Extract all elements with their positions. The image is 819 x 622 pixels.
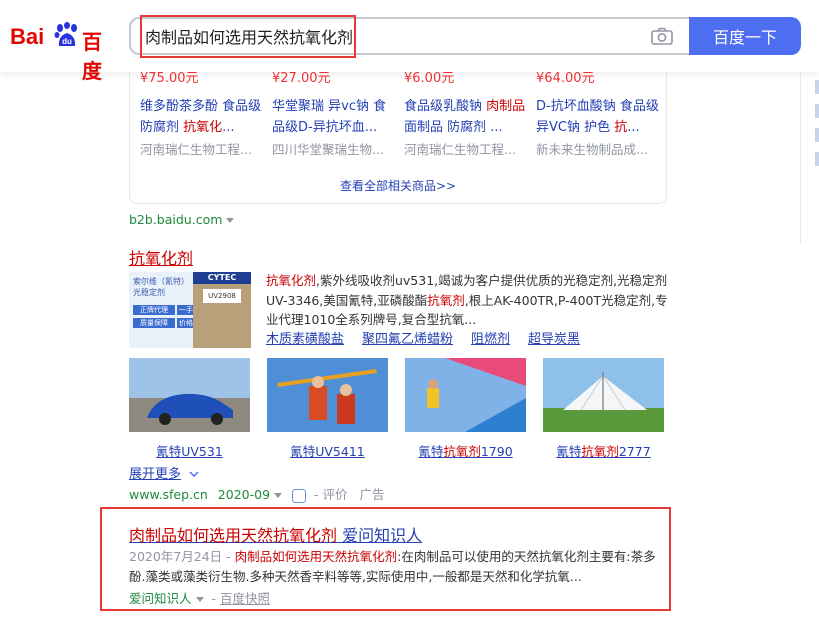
ad-image-box: CYTEC UV2908	[193, 272, 251, 348]
result-source-link[interactable]: 爱问知识人	[129, 591, 192, 606]
skiers-image	[267, 358, 388, 432]
paw-icon: du	[54, 22, 77, 46]
logo-text-baidu-cn: 百度	[82, 32, 102, 83]
product-card: ¥75.00元 维多酚茶多酚 食品级防腐剂 抗氧化... 河南瑞仁生物工程...…	[129, 60, 667, 204]
ad-pic-skiers[interactable]	[267, 358, 388, 432]
pic-caption[interactable]: 氰特UV5411	[267, 441, 388, 460]
product-title[interactable]: 华堂聚瑞 异vc钠 食品级D-异抗坏血...	[272, 96, 396, 138]
highlight-search-query	[140, 15, 356, 58]
product-shop: 河南瑞仁生物工程...	[404, 142, 516, 157]
b2b-source-link[interactable]: b2b.baidu.com	[129, 212, 222, 227]
ad-description: 抗氧化剂,紫外线吸收剂uv531,竭诚为客户提供优质的光稳定剂,光稳定剂UV-3…	[266, 273, 668, 327]
expand-more-link[interactable]: 展开更多	[129, 467, 181, 482]
product-item[interactable]: ¥75.00元 维多酚茶多酚 食品级防腐剂 抗氧化... 河南瑞仁生物工程...	[140, 68, 264, 160]
windsurf-image	[405, 358, 526, 432]
ad-title[interactable]: 抗氧化剂	[129, 245, 193, 269]
result-date: 2020年7月24日 -	[129, 549, 235, 564]
result-abstract: 2020年7月24日 - 肉制品如何选用天然抗氧化剂:在肉制品可以使用的天然抗氧…	[129, 549, 656, 584]
car-image	[129, 358, 250, 432]
baidu-logo[interactable]: Bai du 百度	[10, 22, 110, 83]
expand-more-row: 展开更多	[129, 463, 199, 482]
result-title[interactable]: 肉制品如何选用天然抗氧化剂 爱问知识人	[129, 522, 422, 546]
b2b-source-row: b2b.baidu.com	[129, 212, 235, 228]
pic-caption[interactable]: 氰特抗氧剂1790	[405, 441, 526, 460]
product-shop: 河南瑞仁生物工程...	[140, 142, 252, 157]
ad-image-tags-2: 一手货源 价格优惠	[155, 305, 209, 328]
ad-pic-car[interactable]	[129, 358, 250, 432]
logo-text-bai: Bai	[10, 24, 45, 49]
product-title[interactable]: 食品级乳酸钠 肉制品面制品 防腐剂 ...	[404, 96, 528, 138]
protection-icon[interactable]	[292, 488, 307, 503]
see-all-products-link[interactable]: 查看全部相关商品>>	[130, 177, 666, 194]
paw-du-text: du	[62, 37, 72, 46]
chevron-down-icon[interactable]	[189, 470, 199, 478]
product-shop: 四川华堂聚瑞生物...	[272, 142, 384, 157]
tent-image	[543, 358, 664, 432]
ad-sitelinks: 木质素磺酸盐 聚四氟乙烯蜡粉 阻燃剂 超导炭黑	[266, 328, 598, 347]
product-title[interactable]: 维多酚茶多酚 食品级防腐剂 抗氧化...	[140, 96, 264, 138]
chevron-down-icon[interactable]	[195, 597, 204, 602]
camera-icon[interactable]	[651, 27, 673, 45]
ad-sitelink[interactable]: 聚四氟乙烯蜡粉	[362, 332, 453, 347]
product-title[interactable]: D-抗坏血酸钠 食品级异VC钠 护色 抗...	[536, 96, 660, 138]
product-item[interactable]: ¥27.00元 华堂聚瑞 异vc钠 食品级D-异抗坏血... 四川华堂聚瑞生物.…	[272, 68, 396, 160]
product-item[interactable]: ¥64.00元 D-抗坏血酸钠 食品级异VC钠 护色 抗... 新未来生物制品成…	[536, 68, 660, 160]
result-source-row: 爱问知识人 - 百度快照	[129, 591, 271, 606]
ad-image-label: 索尔维（氰特） 光稳定剂	[133, 277, 189, 297]
chevron-down-icon[interactable]	[226, 218, 235, 223]
snapshot-link[interactable]: 百度快照	[220, 591, 270, 606]
product-shop: 新未来生物制品成...	[536, 142, 648, 157]
ad-source-row: www.sfep.cn 2020-09 - 评价 广告	[129, 484, 384, 503]
chevron-down-icon[interactable]	[274, 493, 283, 498]
right-rail	[800, 72, 819, 244]
ad-source-link[interactable]: www.sfep.cn	[129, 487, 208, 502]
ad-sitelink[interactable]: 阻燃剂	[471, 332, 510, 347]
ad-product-image[interactable]: 索尔维（氰特）光稳定剂 正牌代理 质量保障 一手货源 价格优惠 CYTEC UV…	[129, 272, 251, 348]
search-button[interactable]: 百度一下	[689, 17, 801, 55]
pic-caption[interactable]: 氰特UV531	[129, 441, 250, 460]
header: Bai du 百度 百度一下	[0, 0, 819, 83]
ad-tag: 广告	[359, 487, 385, 502]
ad-pic-tent[interactable]	[543, 358, 664, 432]
ad-pic-windsurf[interactable]	[405, 358, 526, 432]
product-item[interactable]: ¥6.00元 食品级乳酸钠 肉制品面制品 防腐剂 ... 河南瑞仁生物工程...	[404, 68, 528, 160]
rail-item[interactable]	[815, 104, 819, 118]
ad-sitelink[interactable]: 木质素磺酸盐	[266, 332, 344, 347]
ad-date: 2020-09	[217, 487, 271, 502]
rail-item[interactable]	[815, 128, 819, 142]
rail-item[interactable]	[815, 152, 819, 166]
ad-review-link[interactable]: - 评价	[314, 487, 347, 502]
rail-item[interactable]	[815, 80, 819, 94]
pic-caption[interactable]: 氰特抗氧剂2777	[543, 441, 664, 460]
ad-sitelink[interactable]: 超导炭黑	[528, 332, 580, 347]
